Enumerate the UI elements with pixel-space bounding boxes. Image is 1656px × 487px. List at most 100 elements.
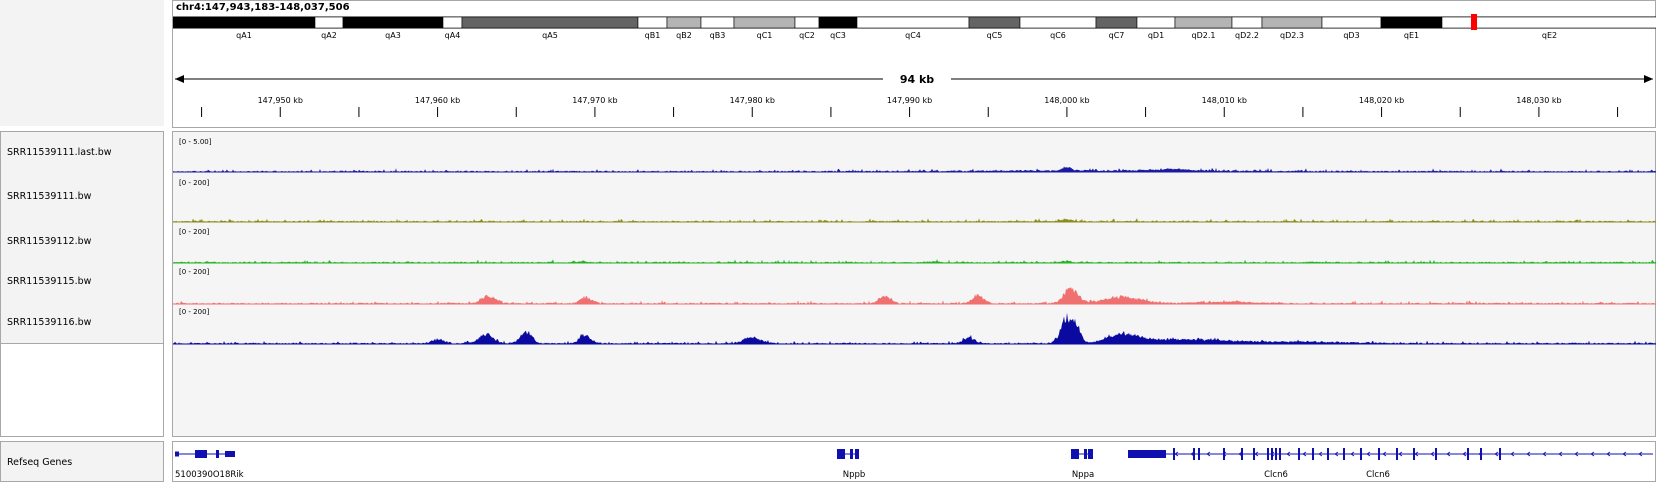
ideogram-band-label: qA4	[445, 31, 461, 40]
track-signal	[173, 166, 1656, 172]
ruler-tick-label: 147,990 kb	[887, 96, 932, 105]
ideogram-band	[968, 16, 1021, 29]
track-scale-label: [0 - 200]	[179, 268, 210, 276]
ideogram-band-label: qC7	[1109, 31, 1125, 40]
track-scale-label: [0 - 200]	[179, 228, 210, 236]
gene-exon	[225, 451, 235, 457]
ideogram-band	[666, 16, 702, 29]
gene-exon	[195, 450, 207, 458]
gene-exon	[1088, 449, 1093, 459]
ideogram-band	[1019, 16, 1097, 29]
gene-exon	[1193, 448, 1195, 460]
genes-track-name[interactable]: Refseq Genes	[7, 457, 72, 468]
ruler-tick-label: 147,960 kb	[415, 96, 460, 105]
ideogram-band-label: qA2	[321, 31, 337, 40]
gene-exon	[1298, 448, 1300, 460]
track-signal	[173, 287, 1656, 304]
gene-exon	[1241, 448, 1243, 460]
gene-exon	[1267, 448, 1269, 460]
track-signal	[173, 259, 1656, 263]
track-name-4[interactable]: SRR11539115.bw	[7, 276, 91, 287]
ideogram-band	[637, 16, 668, 29]
ideogram-band	[172, 16, 316, 29]
ruler-tick-label: 148,030 kb	[1516, 96, 1561, 105]
ideogram-band-label: qB1	[645, 31, 661, 40]
ideogram-band-label: qC4	[905, 31, 921, 40]
ruler-tick-label: 148,010 kb	[1202, 96, 1247, 105]
track-name-2[interactable]: SRR11539111.bw	[7, 191, 91, 202]
ideogram-band-label: qA5	[542, 31, 558, 40]
ruler-tick-label: 147,950 kb	[258, 96, 303, 105]
span-label: 94 kb	[900, 73, 934, 86]
ideogram-band-label: qE1	[1404, 31, 1419, 40]
ideogram-band-label: qD2.3	[1280, 31, 1304, 40]
ideogram-current-region	[1471, 14, 1477, 30]
ruler-tick-label: 148,000 kb	[1044, 96, 1089, 105]
ideogram-band	[314, 16, 344, 29]
ideogram-band	[1261, 16, 1323, 29]
gene-exon	[175, 451, 179, 457]
ruler-tick-label: 147,980 kb	[730, 96, 775, 105]
ideogram-band-label: qD1	[1148, 31, 1164, 40]
gene-exon	[1435, 448, 1437, 460]
ideogram-band-label: qC1	[757, 31, 773, 40]
ideogram-band-label: qD2.2	[1235, 31, 1259, 40]
ideogram-band	[733, 16, 796, 29]
track-scale-label: [0 - 200]	[179, 308, 210, 316]
gene-label: Clcn6	[1264, 470, 1288, 480]
track-scale-label: [0 - 200]	[179, 179, 210, 187]
track-scale-label: [0 - 5.00]	[179, 138, 212, 146]
span-arrow-right	[1644, 75, 1653, 83]
gene-exon	[1499, 448, 1501, 460]
ideogram-band-label: qA1	[236, 31, 252, 40]
genes-svg: 5100390O18Rik Nppb Nppa Clcn6 Clcn6	[175, 448, 1653, 480]
gene-exon	[1396, 448, 1398, 460]
ideogram-band	[1321, 16, 1382, 29]
gene-label: Clcn6	[1366, 470, 1390, 480]
ideogram-band-label: qD3	[1343, 31, 1359, 40]
gene-exon	[1343, 448, 1345, 460]
gene-exon	[1275, 448, 1277, 460]
ruler-tick-label: 148,020 kb	[1359, 96, 1404, 105]
ruler-tick-label: 147,970 kb	[572, 96, 617, 105]
gene-exon	[1327, 448, 1329, 460]
track-3: [0 - 200]	[173, 228, 1656, 264]
gene-label: Nppb	[843, 470, 866, 480]
gene-exon	[1312, 448, 1314, 460]
track-2: [0 - 200]	[173, 179, 1656, 223]
data-tracks-panel[interactable]: [0 - 5.00] [0 - 200] [0 - 200] [0 - 200] [0 …	[172, 131, 1656, 437]
ideogram-band	[856, 16, 970, 29]
ideogram-band-label: qC3	[830, 31, 846, 40]
ideogram-band	[1231, 16, 1263, 29]
ideogram-band	[1136, 16, 1176, 29]
gene-exon	[837, 449, 845, 459]
gene-exon	[1071, 449, 1079, 459]
gene-exon	[216, 450, 219, 458]
header-left-panel	[0, 0, 164, 126]
gene-exon	[1198, 448, 1200, 460]
ideogram-band-label: qC2	[799, 31, 815, 40]
track-name-1[interactable]: SRR11539111.last.bw	[7, 147, 112, 158]
gene-exon	[855, 449, 859, 459]
ideogram-band-label: qC5	[987, 31, 1003, 40]
track-1: [0 - 5.00]	[173, 138, 1656, 173]
gene-exon	[1360, 448, 1362, 460]
gene-exon	[1279, 448, 1281, 460]
gene-label: Nppa	[1072, 470, 1094, 480]
ideogram-band-label: qB2	[676, 31, 692, 40]
ideogram-band	[1095, 16, 1138, 29]
ideogram-band	[342, 16, 444, 29]
track-name-3[interactable]: SRR11539112.bw	[7, 236, 91, 247]
data-tracks-svg: [0 - 5.00] [0 - 200] [0 - 200] [0 - 200] [0 …	[173, 138, 1656, 345]
genes-track-panel[interactable]: 5100390O18Rik Nppb Nppa Clcn6 Clcn6	[172, 441, 1656, 482]
gene-exon	[850, 449, 853, 459]
ideogram-band	[818, 16, 858, 29]
ideogram-band	[461, 16, 639, 29]
gene-exon	[1378, 448, 1380, 460]
ideogram-band	[700, 16, 735, 29]
track-name-5[interactable]: SRR11539116.bw	[7, 317, 91, 328]
ideogram-band	[1380, 16, 1443, 29]
span-arrow-left	[175, 75, 184, 83]
gene-exon	[1084, 449, 1087, 459]
ideogram-band	[1174, 16, 1233, 29]
